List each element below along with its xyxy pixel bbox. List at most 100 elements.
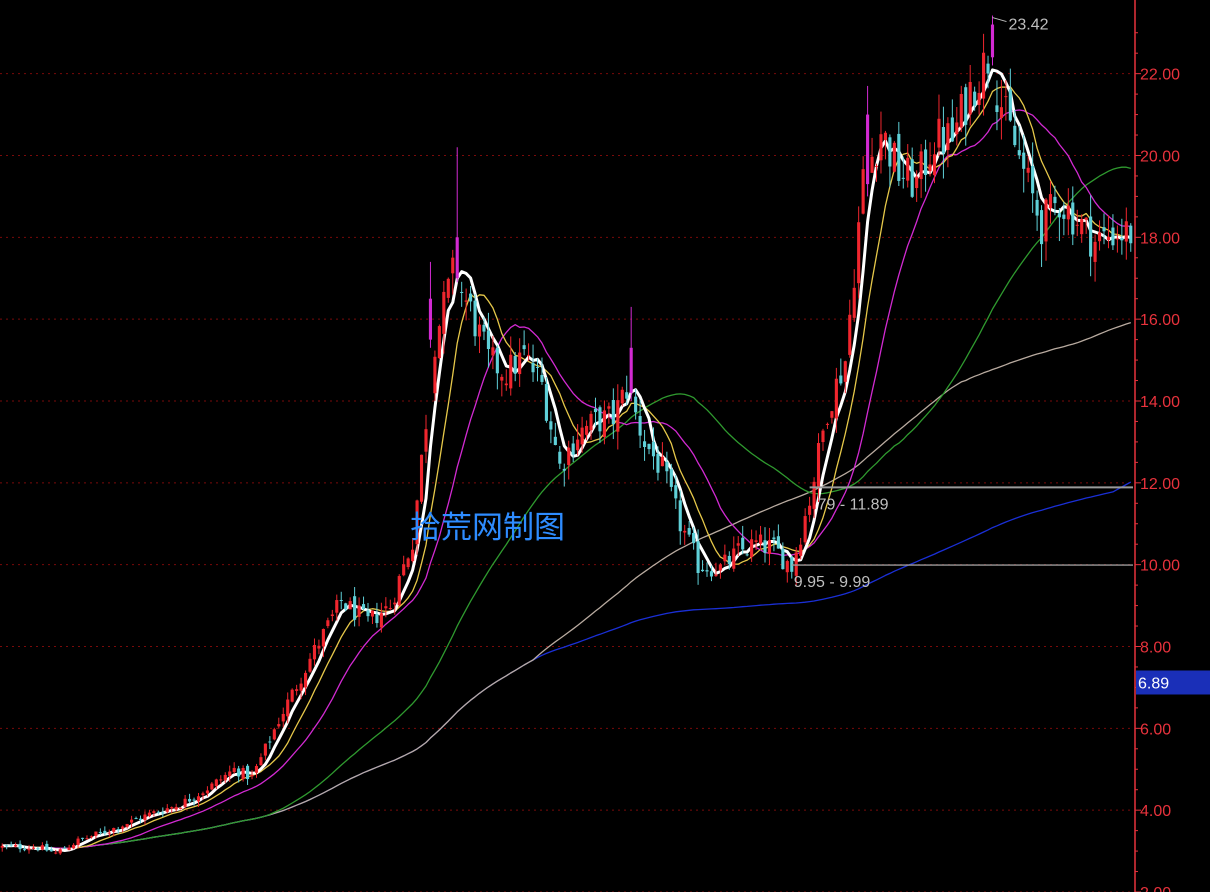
upper-range-label: 79 - 11.89	[818, 496, 889, 513]
candle-body	[1031, 165, 1035, 194]
candle-body	[888, 137, 892, 167]
candle-body	[469, 293, 473, 302]
candle-body	[156, 811, 160, 813]
candle-body	[85, 838, 89, 840]
candle-body	[393, 602, 397, 605]
candle-body	[968, 82, 972, 115]
candle-body	[1106, 236, 1111, 241]
tick-label: 6.00	[1140, 721, 1171, 738]
tick-label: 18.00	[1140, 230, 1180, 247]
candle-body	[522, 345, 526, 350]
tick-label: 12.00	[1140, 476, 1180, 493]
candlesticks	[0, 15, 1133, 855]
candle-body	[808, 505, 812, 515]
candle-body	[990, 24, 995, 58]
candle-body	[553, 436, 557, 445]
candle-body	[451, 257, 455, 274]
candle-body	[825, 423, 830, 425]
candle-body	[763, 540, 767, 553]
candle-body	[585, 425, 589, 435]
candle-body	[446, 278, 450, 298]
tick-label: 2.00	[1140, 885, 1171, 892]
candle-body	[317, 645, 321, 649]
candle-body	[473, 300, 477, 337]
candle-body	[678, 500, 682, 532]
candle-body	[411, 549, 415, 562]
candle-body	[705, 570, 709, 572]
candle-body	[14, 844, 18, 847]
candle-body	[205, 790, 209, 794]
ma60-line	[2, 166, 1131, 849]
candle-body	[941, 127, 945, 154]
ma5-line	[2, 68, 1132, 852]
candle-body	[112, 827, 116, 832]
candle-body	[732, 548, 736, 569]
candle-body	[116, 829, 120, 831]
candle-body	[67, 847, 71, 851]
candle-body	[54, 852, 58, 854]
candle-body	[589, 413, 593, 431]
candle-body	[428, 298, 433, 340]
candle-body	[1035, 199, 1039, 216]
candle-body	[366, 610, 370, 617]
candle-body	[27, 848, 31, 851]
candle-body	[714, 574, 718, 577]
current-price-label: 6.89	[1138, 675, 1169, 692]
candle-body	[843, 361, 847, 382]
candle-body	[692, 533, 696, 544]
candle-body	[486, 330, 491, 350]
candle-body	[767, 540, 772, 554]
candle-body	[866, 114, 870, 185]
candle-body	[651, 441, 656, 457]
candle-body	[286, 699, 290, 717]
candle-body	[397, 576, 401, 606]
candle-body	[620, 389, 624, 404]
candle-body	[906, 157, 910, 181]
candle-body	[147, 812, 151, 817]
candle-body	[656, 453, 660, 473]
candle-body	[973, 91, 977, 106]
candle-body	[781, 548, 785, 570]
candle-body	[281, 713, 285, 722]
candle-body	[919, 151, 923, 180]
candle-body	[45, 843, 49, 851]
lower-range-label: 9.95 - 9.99	[794, 574, 871, 591]
candle-body	[455, 237, 459, 279]
candle-body	[89, 836, 94, 838]
candle-body	[0, 845, 4, 848]
candle-body	[611, 400, 615, 425]
candle-body	[959, 93, 963, 128]
candle-body	[1048, 194, 1053, 209]
candle-body	[1093, 241, 1097, 262]
candle-body	[9, 844, 13, 846]
candle-body	[562, 468, 566, 471]
candle-body	[1004, 96, 1008, 98]
candle-body	[210, 783, 214, 790]
candle-body	[63, 847, 67, 849]
candle-body	[986, 63, 990, 74]
candle-body	[375, 614, 379, 624]
candle-body	[950, 117, 954, 142]
tick-label: 10.00	[1140, 558, 1180, 575]
candle-body	[437, 326, 441, 359]
candle-body	[477, 324, 482, 337]
candle-body	[161, 812, 165, 814]
candle-body	[709, 571, 714, 577]
candle-body	[932, 154, 937, 176]
price-axis: 2.00 4.00 6.00 8.00 10.00 12.00 14.00 16.00 18.0…	[1134, 0, 1210, 892]
candle-body	[18, 843, 22, 850]
candle-body	[254, 765, 259, 773]
candle-body	[228, 771, 232, 776]
candle-body	[165, 808, 169, 812]
candle-body	[1017, 150, 1021, 156]
candle-body	[642, 441, 647, 448]
candle-body	[1071, 202, 1075, 235]
candle-body	[700, 569, 705, 572]
candle-body	[201, 793, 205, 796]
candle-body	[326, 620, 330, 627]
candle-body	[98, 831, 102, 833]
candle-body	[295, 689, 299, 691]
candle-body	[357, 605, 361, 617]
candle-body	[839, 375, 843, 384]
candle-body	[1089, 216, 1093, 257]
